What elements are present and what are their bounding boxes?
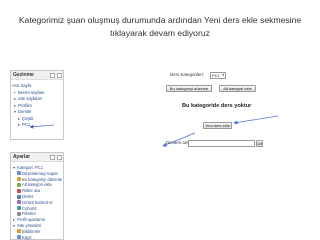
instruction-caption: Kategorimiz şuan oluşmuş durumunda ardın… [0, 14, 320, 40]
arrow-to-add-course [233, 115, 279, 125]
arrow-to-pc1-category [29, 124, 55, 129]
annotation-arrows [29, 115, 279, 147]
caption-line-2: tıklayarak devam ediyoruz [110, 28, 210, 38]
arrow-to-search [162, 132, 196, 147]
caption-line-1: Kategorimiz şuan oluşmuş durumunda ardın… [18, 15, 302, 25]
moodle-screenshot: Gezinme Ana Sayfa • Benim sayfam ▸ Site sayf… [10, 70, 310, 240]
